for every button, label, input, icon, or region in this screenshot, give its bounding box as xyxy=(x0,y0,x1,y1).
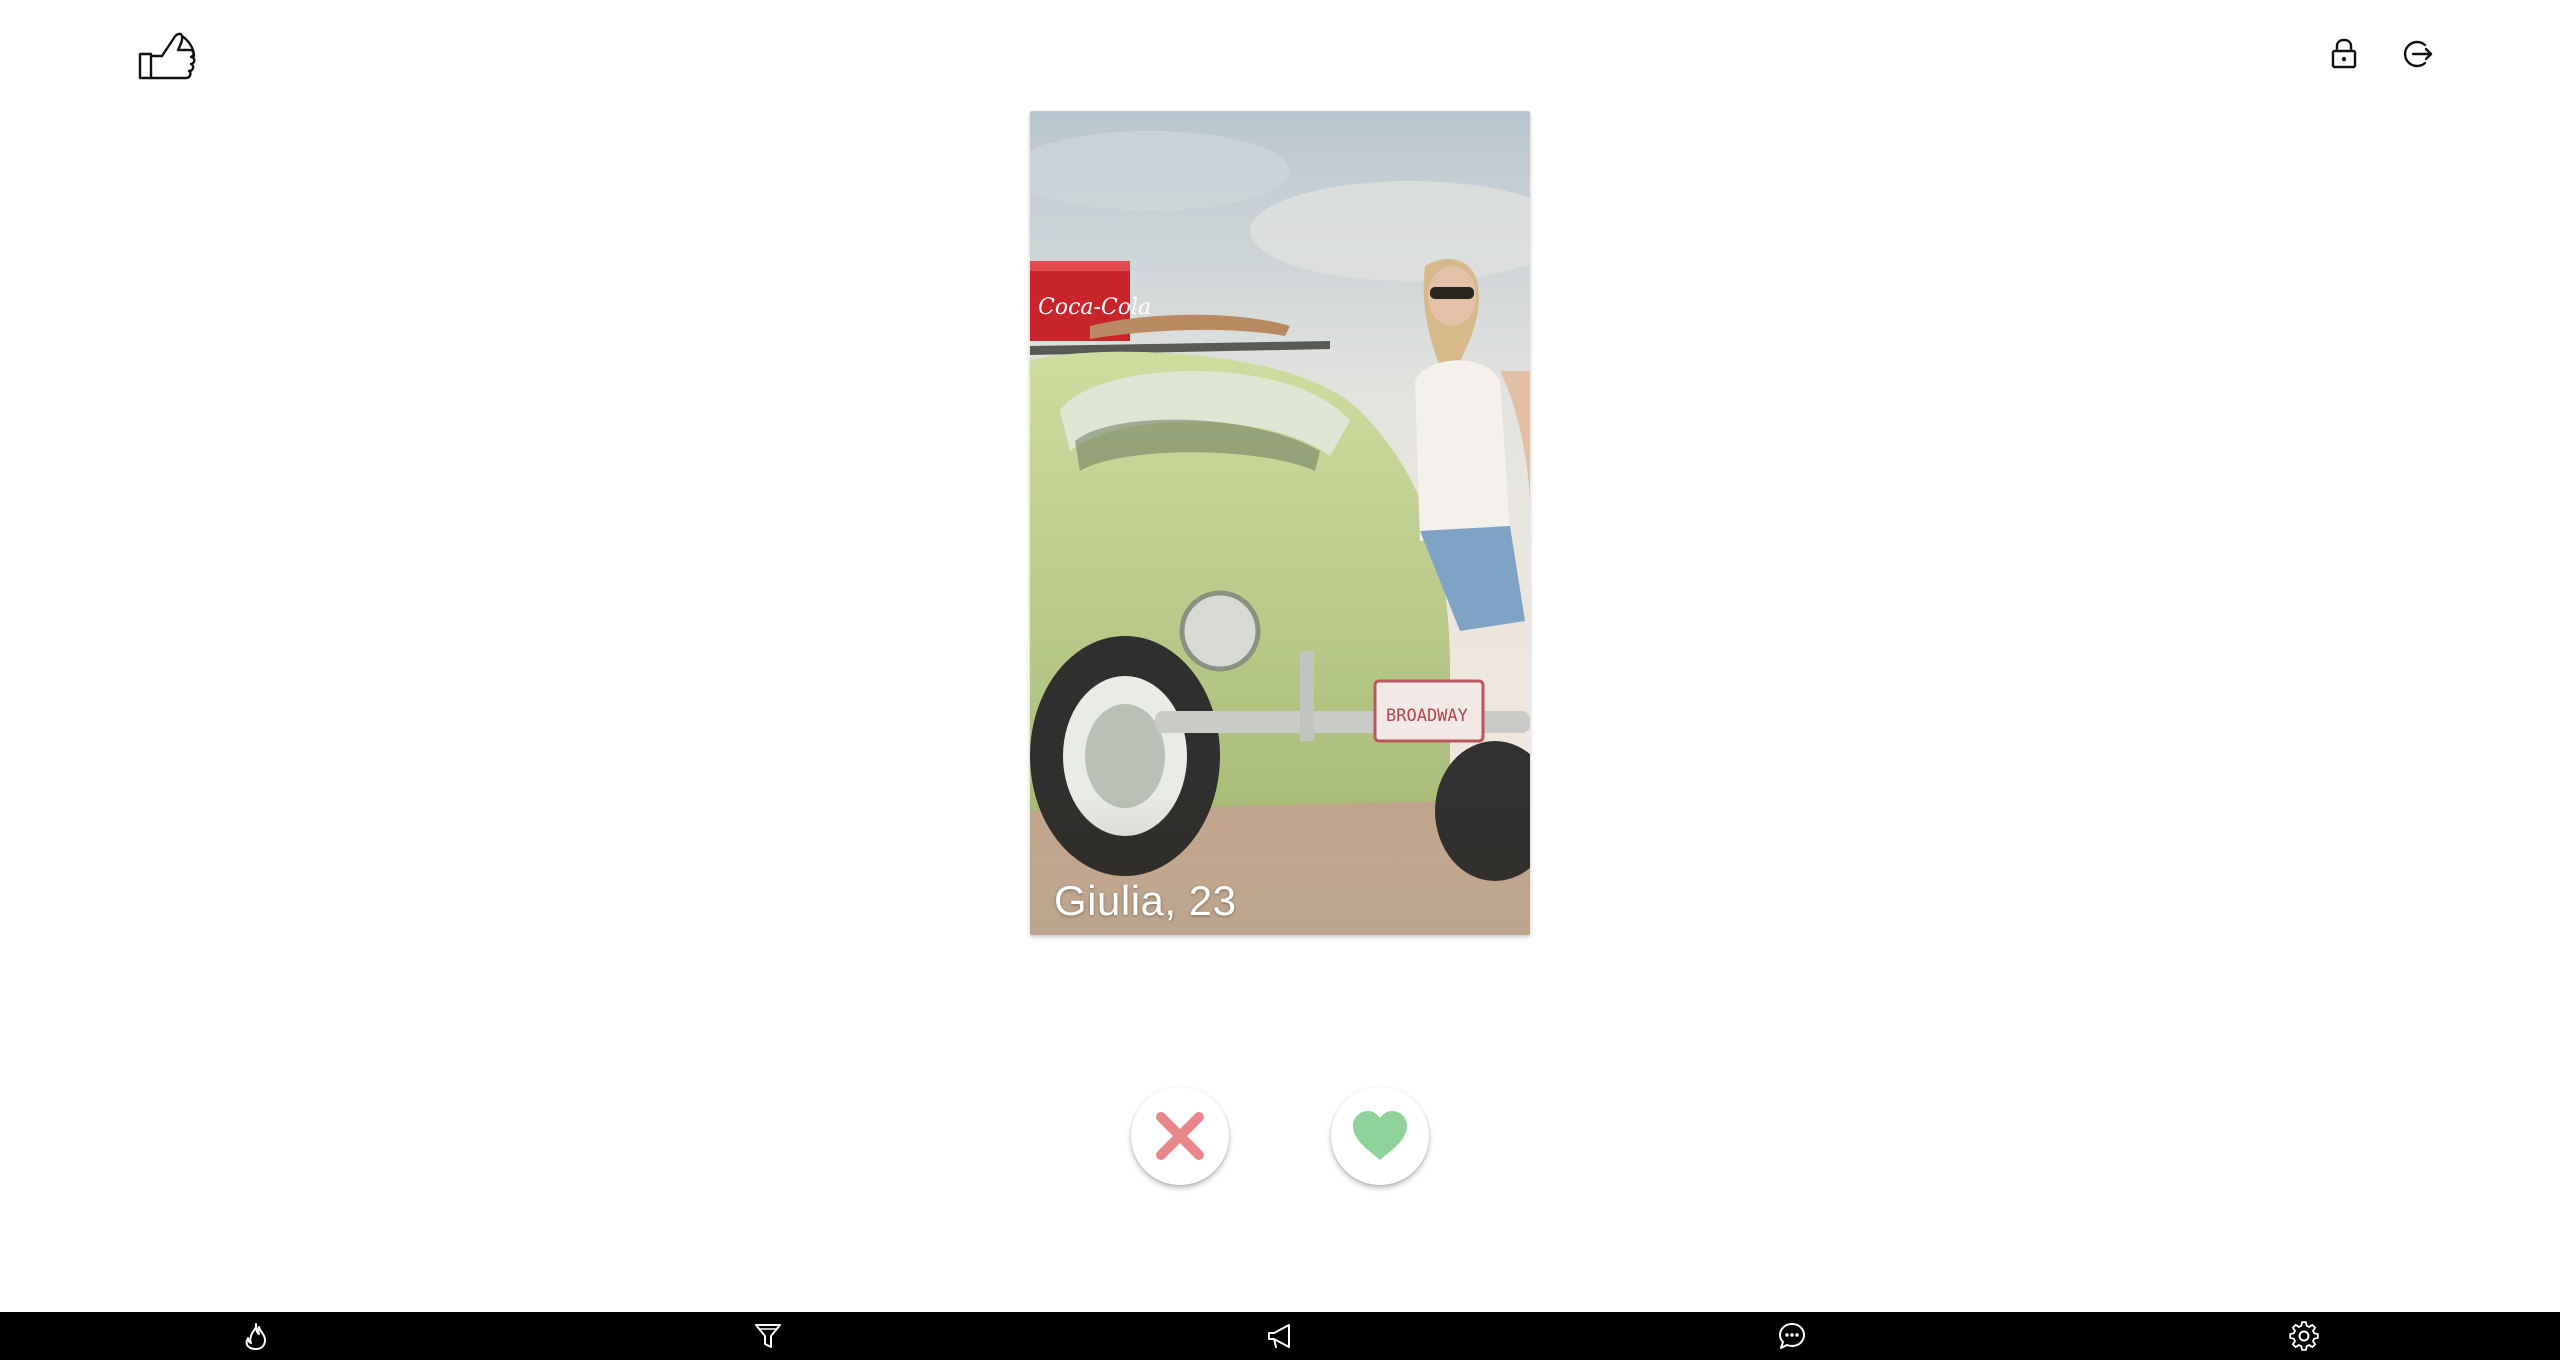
top-header xyxy=(0,0,2560,110)
gear-icon xyxy=(2289,1321,2319,1351)
logout-button[interactable] xyxy=(2398,36,2434,72)
nav-messages[interactable] xyxy=(1536,1312,2048,1360)
dislike-button[interactable] xyxy=(1131,1087,1229,1185)
logo-hand-gesture-icon[interactable] xyxy=(136,28,200,84)
profile-name-age: Giulia, 23 xyxy=(1054,877,1237,924)
svg-text:Coca-Cola: Coca-Cola xyxy=(1038,295,1151,320)
nav-announcements[interactable] xyxy=(1024,1312,1536,1360)
like-button[interactable] xyxy=(1331,1087,1429,1185)
logout-icon xyxy=(2403,40,2433,68)
nav-settings[interactable] xyxy=(2048,1312,2560,1360)
filter-icon xyxy=(755,1324,781,1348)
svg-text:BROADWAY: BROADWAY xyxy=(1386,706,1468,726)
app-root: Coca-Cola BROADWAY Giulia, 23 xyxy=(0,0,2560,1360)
megaphone-icon xyxy=(1268,1324,1290,1348)
nav-discover[interactable] xyxy=(0,1312,512,1360)
nav-filter[interactable] xyxy=(512,1312,1024,1360)
lock-button[interactable] xyxy=(2326,36,2362,72)
hand-gesture-icon xyxy=(138,32,196,80)
profile-card[interactable]: Coca-Cola BROADWAY Giulia, 23 xyxy=(1030,111,1530,935)
bottom-nav xyxy=(0,1312,2560,1360)
lock-icon xyxy=(2331,38,2357,69)
x-icon xyxy=(1156,1112,1204,1160)
heart-icon xyxy=(1353,1111,1407,1160)
chat-icon xyxy=(1779,1323,1805,1349)
flame-icon xyxy=(245,1323,266,1350)
